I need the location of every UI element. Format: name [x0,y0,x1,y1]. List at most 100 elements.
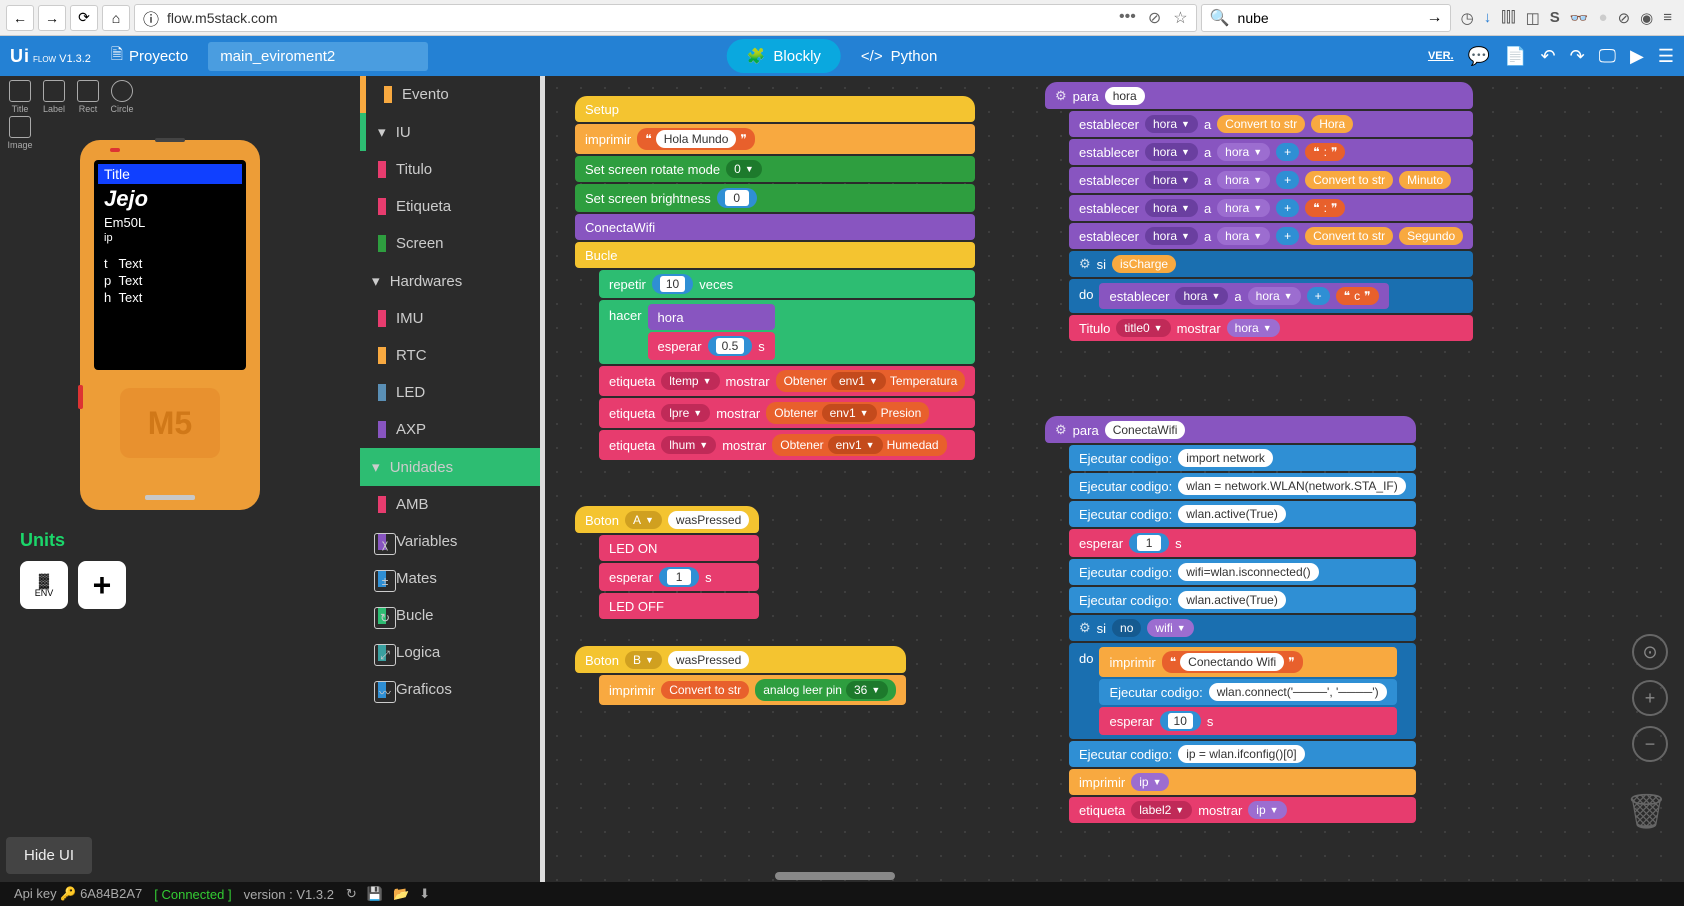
block-exec-ipconfig[interactable]: Ejecutar codigo: ip = wlan.ifconfig()[0] [1069,741,1416,767]
block-exec-active1[interactable]: Ejecutar codigo: wlan.active(True) [1069,501,1416,527]
sidebar-icon[interactable]: ◫ [1526,9,1540,27]
zoom-out[interactable]: − [1632,726,1668,762]
block-title-show[interactable]: Titulo title0 ▼ mostrar hora ▼ [1069,315,1473,341]
forward-button[interactable]: → [38,5,66,31]
blockly-workspace[interactable]: Setup imprimir ❝ Hola Mundo ❞ Set screen… [545,76,1684,882]
block-wait05[interactable]: esperar 0.5 s [648,332,775,360]
block-exec-import[interactable]: Ejecutar codigo: import network [1069,445,1416,471]
block-print-hola[interactable]: imprimir ❝ Hola Mundo ❞ [575,124,975,154]
block-btnB[interactable]: Boton B ▼ wasPressed [575,646,906,673]
reload-button[interactable]: ⟳ [70,5,98,31]
zoom-center[interactable]: ⊙ [1632,634,1668,670]
monitor-icon[interactable]: 🖵 [1599,46,1616,67]
block-etq-ip[interactable]: etiqueta label2 ▼ mostrar ip ▼ [1069,797,1416,823]
stylish-icon[interactable]: S [1550,9,1560,27]
block-if-wifi[interactable]: ⚙ si no wifi ▼ [1069,615,1416,641]
block-exec-isconn[interactable]: Ejecutar codigo: wifi=wlan.isconnected() [1069,559,1416,585]
cat-etiqueta[interactable]: Etiqueta [360,188,540,225]
menu-list-icon[interactable]: ☰ [1658,46,1674,67]
block-setup[interactable]: Setup [575,96,975,122]
history-icon[interactable]: ◷ [1461,9,1474,27]
block-wait1-w[interactable]: esperar 1 s [1069,529,1416,557]
home-button[interactable]: ⌂ [102,5,130,31]
cat-logica[interactable]: ⤢Logica [360,634,540,671]
tool-label[interactable]: Label [38,80,70,114]
back-button[interactable]: ← [6,5,34,31]
undo-icon[interactable]: ↶ [1540,46,1555,67]
url-bar[interactable]: ⓘ flow.m5stack.com ••• ⊘ ☆ [134,4,1197,32]
block-etq-hum[interactable]: etiqueta lhum ▼ mostrar Obtener env1 ▼ H… [599,430,975,460]
block-para-hora[interactable]: ⚙ para hora [1045,82,1473,109]
save-icon[interactable]: 💾 [367,886,383,902]
block-do-wifi[interactable]: do imprimir ❝ Conectando Wifi ❞ Ejecutar… [1069,643,1416,739]
block-exec-wlan[interactable]: Ejecutar codigo: wlan = network.WLAN(net… [1069,473,1416,499]
block-set-hora-1[interactable]: establecer hora ▼ a Convert to str Hora [1069,111,1473,137]
project-name-input[interactable]: main_eviroment2 [208,42,428,71]
tool-circle[interactable]: Circle [106,80,138,114]
device-preview[interactable]: Title Jejo Em50L ip t Text p Text h Text… [80,140,260,510]
cat-iu-header[interactable]: ▾ IU [360,113,540,151]
cat-unidades-header[interactable]: ▾ Unidades [360,448,540,486]
reader-icon[interactable]: ••• [1119,8,1136,28]
block-if-charge[interactable]: ⚙ si isCharge [1069,251,1473,277]
download-icon[interactable]: ↓ [1484,9,1492,27]
ext-icon[interactable]: 👓 [1570,9,1589,27]
gear-icon[interactable]: ⚙ [1079,620,1091,636]
block-etq-pres[interactable]: etiqueta lpre ▼ mostrar Obtener env1 ▼ P… [599,398,975,428]
bookmark-icon[interactable]: ☆ [1173,8,1187,28]
device-title[interactable]: Title [98,164,242,184]
block-wait1-A[interactable]: esperar 1 s [599,563,759,591]
block-led-on[interactable]: LED ON [599,535,759,561]
shield-icon[interactable]: ⊘ [1618,9,1631,27]
account-icon[interactable]: ◉ [1640,9,1653,27]
search-bar[interactable]: 🔍 → [1201,4,1451,32]
cat-evento[interactable]: Evento [360,76,540,113]
cat-amb[interactable]: AMB [360,486,540,523]
cat-bucle[interactable]: ↻Bucle [360,597,540,634]
block-set-hora-5[interactable]: establecer hora ▼ a hora ▼ + Convert to … [1069,223,1473,249]
search-input[interactable] [1238,10,1419,26]
block-rotate[interactable]: Set screen rotate mode 0 ▼ [575,156,975,182]
pocket-icon[interactable]: ⊘ [1148,8,1161,28]
library-icon[interactable]: ⫿⫿⫿ [1501,9,1515,27]
cat-led[interactable]: LED [360,374,540,411]
docs-icon[interactable]: 📄 [1504,46,1526,67]
cat-variables[interactable]: χVariables [360,523,540,560]
cat-screen[interactable]: Screen [360,225,540,262]
cat-titulo[interactable]: Titulo [360,151,540,188]
block-repetir[interactable]: repetir 10 veces [599,270,975,298]
zoom-in[interactable]: + [1632,680,1668,716]
gear-icon[interactable]: ⚙ [1079,256,1091,272]
block-print-conn[interactable]: imprimir ❝ Conectando Wifi ❞ [1099,647,1396,677]
workspace-scrollbar[interactable] [545,872,1684,882]
block-set-hora-2[interactable]: establecer hora ▼ a hora ▼ + ❝ : ❞ [1069,139,1473,165]
block-para-conecta[interactable]: ⚙ para ConectaWifi [1045,416,1416,443]
block-hora-call[interactable]: hora [648,304,775,330]
block-exec-active2[interactable]: Ejecutar codigo: wlan.active(True) [1069,587,1416,613]
pin-icon[interactable]: ● [1599,9,1608,27]
tool-title[interactable]: Title [4,80,36,114]
block-set-hora-c[interactable]: establecer hora ▼ a hora ▼ + ❝ c ❞ [1099,283,1388,309]
block-btnA[interactable]: Boton A ▼ wasPressed [575,506,759,533]
version-icon[interactable]: VER. [1428,50,1454,62]
cat-axp[interactable]: AXP [360,411,540,448]
cat-imu[interactable]: IMU [360,300,540,337]
cat-graficos[interactable]: 〰Graficos [360,671,540,708]
block-etq-temp[interactable]: etiqueta ltemp ▼ mostrar Obtener env1 ▼ … [599,366,975,396]
block-set-hora-4[interactable]: establecer hora ▼ a hora ▼ + ❝ : ❞ [1069,195,1473,221]
tool-rect[interactable]: Rect [72,80,104,114]
block-print-analog[interactable]: imprimir Convert to str analog leer pin … [599,675,906,705]
unit-env[interactable]: ▓ENV [20,561,68,609]
cat-rtc[interactable]: RTC [360,337,540,374]
open-icon[interactable]: 📂 [393,886,409,902]
block-do-charge[interactable]: do establecer hora ▼ a hora ▼ + ❝ c ❞ [1069,279,1473,313]
block-print-ip[interactable]: imprimir ip ▼ [1069,769,1416,795]
block-wait10[interactable]: esperar 10 s [1099,707,1396,735]
device-m5-button[interactable]: M5 [120,388,220,458]
redo-icon[interactable]: ↷ [1570,46,1585,67]
tab-blockly[interactable]: 🧩 Blockly [727,39,841,73]
block-brightness[interactable]: Set screen brightness 0 [575,184,975,212]
run-icon[interactable]: ▶ [1630,46,1644,67]
block-bucle[interactable]: Bucle [575,242,975,268]
search-go-icon[interactable]: → [1427,9,1443,27]
